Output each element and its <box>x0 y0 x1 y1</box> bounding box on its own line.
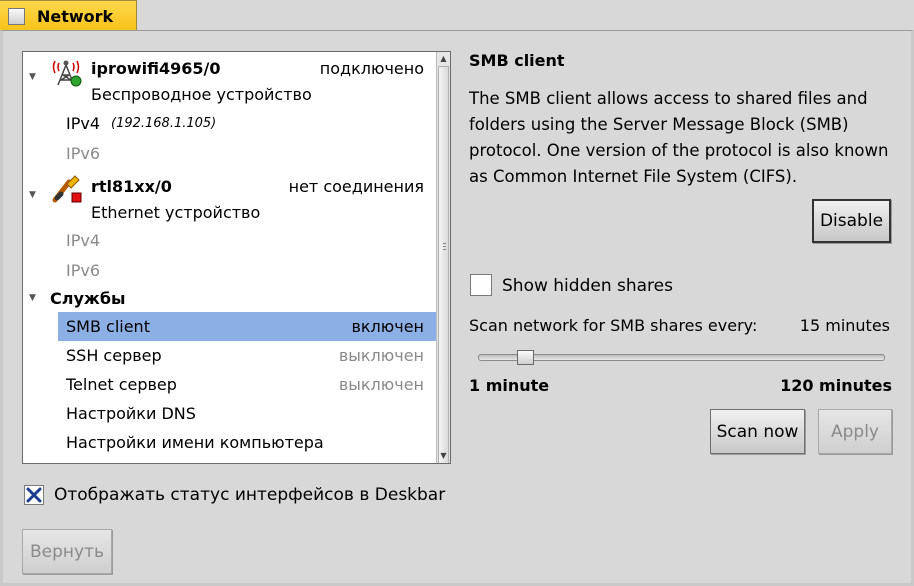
detail-title: SMB client <box>469 51 565 70</box>
list-scrollbar[interactable]: ▲ ▼ <box>436 52 450 463</box>
window-title: Network <box>37 6 114 26</box>
list-item-ipv6[interactable]: IPv6 <box>23 140 436 168</box>
service-status: включен <box>351 317 424 336</box>
close-button[interactable] <box>8 7 25 25</box>
interface-status: нет соединения <box>288 177 424 196</box>
services-header: Службы <box>50 289 126 308</box>
description-line: as Common Internet File System (CIFS). <box>469 167 798 186</box>
window-tab[interactable]: Network <box>0 0 137 31</box>
list-item-telnet-server[interactable]: Telnet сервер выключен <box>23 370 436 399</box>
scroll-down-arrow-icon[interactable]: ▼ <box>437 449 450 463</box>
interface-status: подключено <box>319 59 424 78</box>
scrollbar-thumb[interactable] <box>438 66 449 463</box>
list-item-dns-settings[interactable]: Настройки DNS <box>23 399 436 428</box>
service-label: Telnet сервер <box>66 375 177 394</box>
disable-button[interactable]: Disable <box>812 199 891 243</box>
scan-interval-slider[interactable] <box>478 354 885 361</box>
description-line: protocol. One version of the protocol is… <box>469 141 889 160</box>
service-label: SMB client <box>66 317 150 336</box>
list-item-interface-wifi[interactable]: ▼ iprowifi4965/0 подключено Беспроводное… <box>23 52 436 108</box>
list-item-ipv4[interactable]: IPv4 (192.168.1.105) <box>23 110 436 138</box>
interface-name: rtl81xx/0 <box>91 177 172 196</box>
interface-type: Ethernet устройство <box>91 203 261 222</box>
list-item-ssh-server[interactable]: SSH сервер выключен <box>23 341 436 370</box>
service-status: выключен <box>338 375 424 394</box>
show-hidden-shares-checkbox[interactable] <box>470 274 492 296</box>
chevron-down-icon[interactable]: ▼ <box>29 293 36 303</box>
slider-max-label: 120 minutes <box>780 376 892 395</box>
service-label: Настройки имени компьютера <box>66 433 324 452</box>
list-item-services-header[interactable]: ▼ Службы <box>23 285 436 313</box>
ipv4-label: IPv4 <box>66 114 101 133</box>
scan-interval-value: 15 minutes <box>799 316 890 335</box>
ethernet-plug-icon <box>51 172 83 204</box>
service-status: выключен <box>338 346 424 365</box>
ipv6-label: IPv6 <box>66 144 101 163</box>
slider-thumb[interactable] <box>517 350 534 365</box>
show-hidden-shares-label: Show hidden shares <box>502 276 673 296</box>
scan-now-button[interactable]: Scan now <box>710 409 805 454</box>
deskbar-status-checkbox[interactable] <box>24 485 44 505</box>
ipv4-label: IPv4 <box>66 231 101 250</box>
list-item-smb-client[interactable]: SMB client включен <box>58 312 436 341</box>
network-list[interactable]: ▼ iprowifi4965/0 подключено Беспроводное… <box>22 51 451 464</box>
checkmark-x-icon <box>26 487 42 503</box>
service-label: SSH сервер <box>66 346 162 365</box>
scan-interval-label: Scan network for SMB shares every: <box>469 316 758 335</box>
service-label: Настройки DNS <box>66 404 196 423</box>
description-line: The SMB client allows access to shared f… <box>469 89 868 108</box>
list-item-hostname-settings[interactable]: Настройки имени компьютера <box>23 428 436 457</box>
description-line: folders using the Server Message Block (… <box>469 115 849 134</box>
ipv6-label: IPv6 <box>66 261 101 280</box>
scroll-up-arrow-icon[interactable]: ▲ <box>437 52 450 66</box>
list-item-interface-ethernet[interactable]: ▼ rtl81xx/0 нет соединения Ethernet устр… <box>23 170 436 226</box>
interface-type: Беспроводное устройство <box>91 85 312 104</box>
deskbar-status-label: Отображать статус интерфейсов в Deskbar <box>54 485 446 505</box>
list-item-ipv6[interactable]: IPv6 <box>23 256 436 284</box>
slider-min-label: 1 minute <box>469 376 550 395</box>
ipv4-address: (192.168.1.105) <box>111 116 217 131</box>
wifi-antenna-icon <box>49 53 83 87</box>
apply-button[interactable]: Apply <box>818 409 892 454</box>
chevron-down-icon[interactable]: ▼ <box>29 190 36 200</box>
list-item-ipv4[interactable]: IPv4 <box>23 226 436 254</box>
chevron-down-icon[interactable]: ▼ <box>29 72 36 82</box>
interface-name: iprowifi4965/0 <box>91 59 221 78</box>
revert-button[interactable]: Вернуть <box>22 529 112 574</box>
detail-description: The SMB client allows access to shared f… <box>469 86 899 190</box>
